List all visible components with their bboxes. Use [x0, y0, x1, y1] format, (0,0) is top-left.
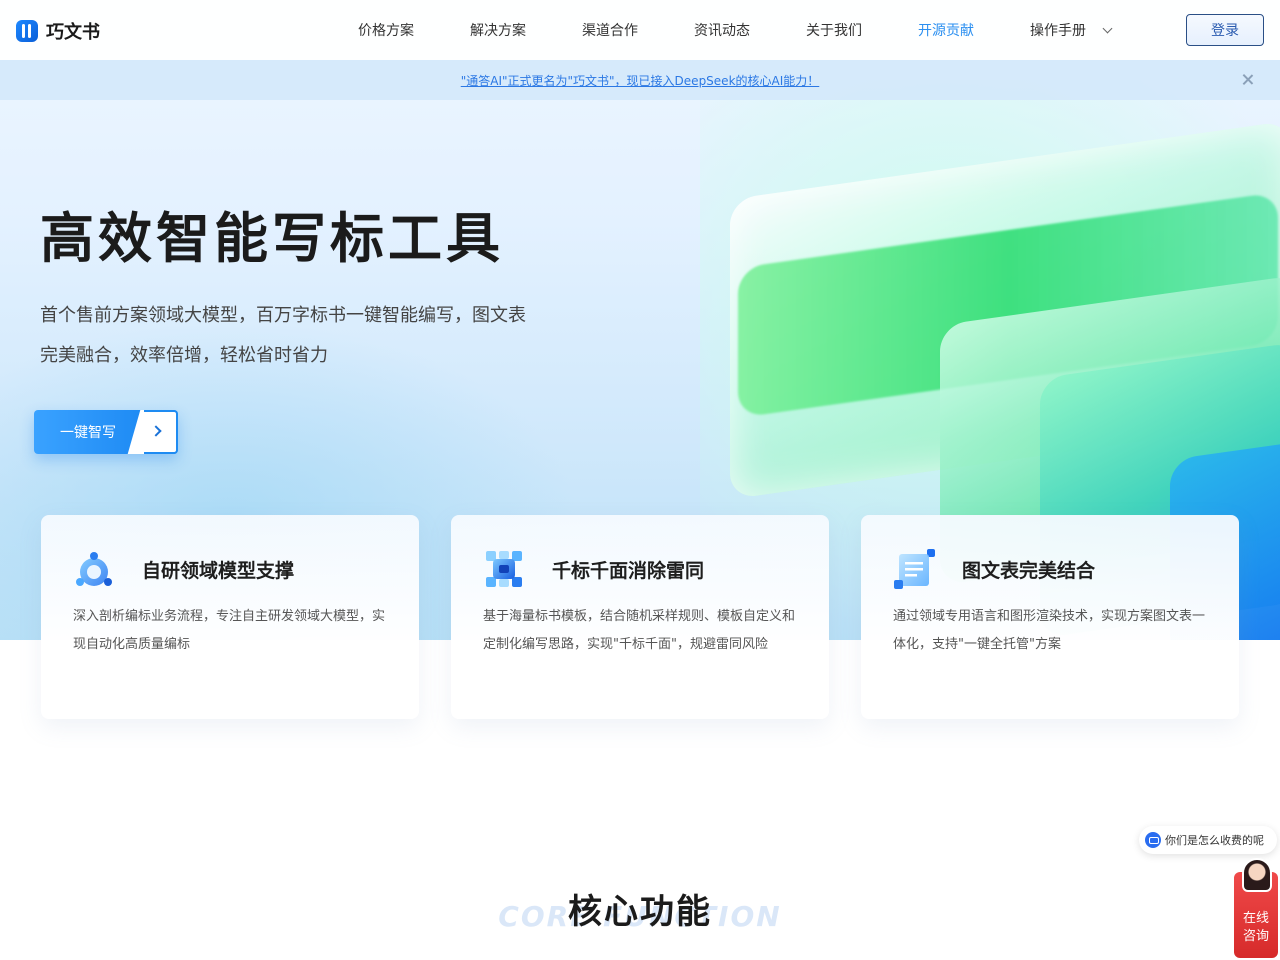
- smart-write-label: 一键智写: [60, 425, 116, 441]
- chat-icon: [1145, 832, 1161, 848]
- nav-item-channel[interactable]: 渠道合作: [582, 20, 638, 40]
- online-consult-button[interactable]: 在线 咨询: [1234, 858, 1278, 958]
- feature-card-model: 自研领域模型支撑 深入剖析编标业务流程，专注自主研发领域大模型，实现自动化高质量…: [41, 515, 419, 719]
- chevron-down-icon: [1102, 23, 1113, 33]
- nav-item-news[interactable]: 资讯动态: [694, 20, 750, 40]
- logo[interactable]: 巧文书: [16, 18, 100, 44]
- hero-description: 首个售前方案领域大模型，百万字标书一键智能编写，图文表 完美融合，效率倍增，轻松…: [40, 296, 600, 376]
- nav-item-about[interactable]: 关于我们: [806, 20, 862, 40]
- top-navbar: 巧文书 价格方案 解决方案 渠道合作 资讯动态 关于我们 开源贡献 操作手册 登…: [0, 0, 1280, 60]
- section-title: 核心功能: [568, 892, 712, 932]
- model-support-icon: [76, 552, 112, 586]
- dedupe-icon: [486, 551, 522, 587]
- announcement-link[interactable]: "通答AI"正式更名为"巧文书"，现已接入DeepSeek的核心AI能力！: [461, 72, 820, 89]
- hero-title: 高效智能写标工具: [40, 207, 504, 270]
- consult-label: 咨询: [1242, 929, 1269, 944]
- consult-label: 在线: [1242, 911, 1269, 926]
- feature-description: 基于海量标书模板，结合随机采样规则、模板自定义和定制化编写思路，实现"千标千面"…: [483, 609, 796, 652]
- feature-card-dedupe: 千标千面消除雷同 基于海量标书模板，结合随机采样规则、模板自定义和定制化编写思路…: [451, 515, 829, 719]
- nav-item-pricing[interactable]: 价格方案: [358, 20, 414, 40]
- document-table-icon: [894, 549, 935, 589]
- smart-write-button[interactable]: 一键智写: [34, 410, 178, 454]
- feature-description: 通过领域专用语言和图形渲染技术，实现方案图文表一体化，支持"一键全托管"方案: [893, 609, 1206, 652]
- chat-prompt-bubble[interactable]: 你们是怎么收费的呢: [1139, 826, 1277, 854]
- logo-text: 巧文书: [46, 22, 100, 43]
- hero-description-line: 首个售前方案领域大模型，百万字标书一键智能编写，图文表: [40, 305, 526, 326]
- feature-title: 自研领域模型支撑: [142, 560, 295, 582]
- nav-item-open-source[interactable]: 开源贡献: [918, 20, 974, 40]
- nav-item-solutions[interactable]: 解决方案: [470, 20, 526, 40]
- nav-menu: 价格方案 解决方案 渠道合作 资讯动态 关于我们 开源贡献 操作手册: [358, 0, 1113, 60]
- logo-icon: [16, 20, 38, 42]
- announcement-bar: "通答AI"正式更名为"巧文书"，现已接入DeepSeek的核心AI能力！: [0, 60, 1280, 100]
- feature-title: 图文表完美结合: [962, 560, 1096, 582]
- hero-description-line: 完美融合，效率倍增，轻松省时省力: [40, 345, 328, 366]
- nav-item-manual[interactable]: 操作手册: [1030, 20, 1113, 40]
- chat-prompt-text: 你们是怎么收费的呢: [1165, 834, 1264, 847]
- nav-item-manual-label: 操作手册: [1030, 23, 1086, 39]
- feature-description: 深入剖析编标业务流程，专注自主研发领域大模型，实现自动化高质量编标: [73, 609, 386, 652]
- login-button[interactable]: 登录: [1186, 14, 1264, 46]
- feature-title: 千标千面消除雷同: [552, 560, 705, 582]
- feature-card-doc-table: 图文表完美结合 通过领域专用语言和图形渲染技术，实现方案图文表一体化，支持"一键…: [861, 515, 1239, 719]
- agent-avatar: [1242, 858, 1272, 892]
- close-icon[interactable]: [1240, 72, 1256, 88]
